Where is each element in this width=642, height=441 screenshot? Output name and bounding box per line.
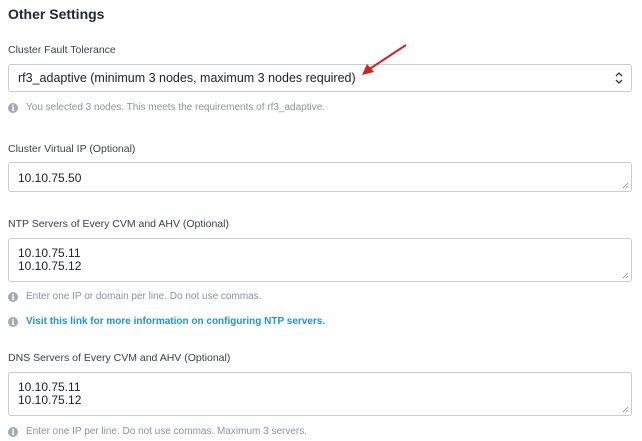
fault-tolerance-hint-text: You selected 3 nodes. This meets the req… xyxy=(26,102,326,113)
ntp-info-link[interactable]: Visit this link for more information on … xyxy=(26,316,325,327)
ntp-label: NTP Servers of Every CVM and AHV (Option… xyxy=(8,218,229,230)
fault-tolerance-value: rf3_adaptive (minimum 3 nodes, maximum 3… xyxy=(18,71,356,85)
chevron-up-down-icon xyxy=(615,72,623,84)
fault-tolerance-label: Cluster Fault Tolerance xyxy=(8,44,116,56)
dns-label: DNS Servers of Every CVM and AHV (Option… xyxy=(8,352,231,364)
info-icon: i xyxy=(8,316,18,327)
arrow-icon xyxy=(362,44,407,75)
dns-hint: i Enter one IP per line. Do not use comm… xyxy=(8,426,307,437)
ntp-hint: i Enter one IP or domain per line. Do no… xyxy=(8,291,262,302)
fault-tolerance-select[interactable]: rf3_adaptive (minimum 3 nodes, maximum 3… xyxy=(8,64,632,92)
virtual-ip-input[interactable]: 10.10.75.50 xyxy=(8,162,632,192)
ntp-line-2: 10.10.75.12 xyxy=(18,259,82,273)
ntp-servers-textarea[interactable]: 10.10.75.11 10.10.75.12 xyxy=(8,238,632,282)
resize-grip-icon[interactable] xyxy=(622,406,629,413)
virtual-ip-label: Cluster Virtual IP (Optional) xyxy=(8,143,136,155)
dns-hint-text: Enter one IP per line. Do not use commas… xyxy=(26,426,308,437)
ntp-hint-text: Enter one IP or domain per line. Do not … xyxy=(26,291,262,302)
info-icon: i xyxy=(8,102,18,113)
dns-servers-textarea[interactable]: 10.10.75.11 10.10.75.12 xyxy=(8,372,632,416)
resize-grip-icon[interactable] xyxy=(622,272,629,279)
dns-line-2: 10.10.75.12 xyxy=(18,393,82,407)
info-icon: i xyxy=(8,291,18,302)
ntp-link-hint: i Visit this link for more information o… xyxy=(8,316,325,327)
fault-tolerance-hint: i You selected 3 nodes. This meets the r… xyxy=(8,102,325,113)
resize-grip-icon[interactable] xyxy=(622,182,629,189)
info-icon: i xyxy=(8,426,18,437)
virtual-ip-value: 10.10.75.50 xyxy=(18,171,82,185)
section-title: Other Settings xyxy=(8,6,105,22)
